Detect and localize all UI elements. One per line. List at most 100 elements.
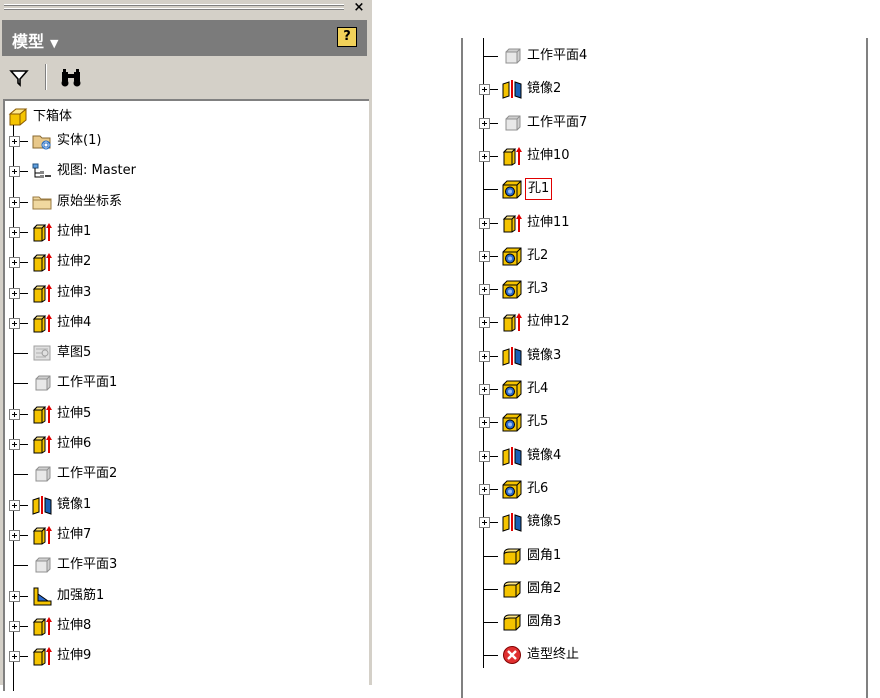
tree-item[interactable]: 圆角2 (463, 577, 866, 601)
tree-connector (484, 189, 498, 191)
tree-item[interactable]: 拉伸5 (5, 402, 369, 426)
tree-connector (20, 262, 28, 264)
tree-item[interactable]: 实体(1) (5, 129, 369, 153)
find-binoculars-icon[interactable] (60, 68, 82, 88)
close-icon[interactable]: × (352, 1, 366, 15)
expand-toggle-icon[interactable] (9, 529, 20, 541)
expand-toggle-icon[interactable] (479, 317, 490, 329)
tree-connector (484, 588, 498, 590)
mirror-icon (31, 495, 53, 515)
expand-toggle-icon[interactable] (479, 284, 490, 296)
tree-connector (20, 534, 28, 536)
tree-item[interactable]: 拉伸7 (5, 523, 369, 547)
tree-item-label: 实体(1) (57, 133, 102, 148)
tree-item-label: 拉伸9 (57, 648, 92, 664)
expand-toggle-icon[interactable] (9, 590, 20, 602)
tree-item[interactable]: 加强筋1 (5, 584, 369, 608)
tree-item[interactable]: 孔3 (463, 277, 866, 301)
tree-item[interactable]: 拉伸9 (5, 644, 369, 668)
tree-connector (490, 422, 498, 424)
expand-toggle-icon[interactable] (479, 117, 490, 129)
expand-toggle-icon[interactable] (479, 150, 490, 162)
tree-item[interactable]: 圆角3 (463, 610, 866, 634)
tree-item[interactable]: 镜像2 (463, 77, 866, 101)
expand-toggle-icon[interactable] (479, 417, 490, 429)
tree-item-label: 镜像1 (57, 496, 92, 512)
tree-root[interactable]: 下箱体 (5, 105, 369, 129)
tree-item[interactable]: 工作平面1 (5, 371, 369, 395)
tree-item[interactable]: 拉伸2 (5, 250, 369, 274)
tree-item[interactable]: 工作平面3 (5, 553, 369, 577)
tree-item[interactable]: 视图: Master (5, 159, 369, 183)
tree-item[interactable]: 拉伸11 (463, 211, 866, 235)
tree-connector (14, 565, 28, 567)
tree-item[interactable]: 工作平面7 (463, 111, 866, 135)
tree-item-label: 圆角2 (527, 580, 562, 596)
tree-item-label: 工作平面2 (57, 466, 118, 482)
tree-item[interactable]: 孔6 (463, 477, 866, 501)
expand-toggle-icon[interactable] (9, 620, 20, 632)
tree-item-label: 工作平面4 (527, 48, 588, 63)
tree-item[interactable]: 拉伸8 (5, 614, 369, 638)
help-icon[interactable]: ? (337, 27, 357, 47)
tree-item-label: 加强筋1 (57, 587, 105, 603)
expand-toggle-icon[interactable] (9, 317, 20, 329)
end-of-part-icon (501, 645, 523, 665)
tree-item[interactable]: 拉伸10 (463, 144, 866, 168)
expand-toggle-icon[interactable] (9, 408, 20, 420)
tree-item-label: 工作平面3 (57, 557, 118, 573)
expand-toggle-icon[interactable] (9, 226, 20, 238)
tree-item[interactable]: 草图5 (5, 341, 369, 365)
hole-icon (501, 479, 523, 499)
tree-item[interactable]: 拉伸12 (463, 310, 866, 334)
expand-toggle-icon[interactable] (9, 651, 20, 663)
expand-toggle-icon[interactable] (479, 384, 490, 395)
tree-item[interactable]: 造型终止 (463, 643, 866, 667)
expand-toggle-icon[interactable] (9, 166, 20, 178)
tree-item[interactable]: 镜像1 (5, 493, 369, 517)
browser-title-dropdown[interactable]: 模型 ▼ (12, 28, 58, 52)
expand-toggle-icon[interactable] (479, 217, 490, 229)
tree-item[interactable]: 圆角1 (463, 544, 866, 568)
expand-toggle-icon[interactable] (9, 499, 20, 511)
tree-item[interactable]: 工作平面4 (463, 44, 866, 68)
expand-toggle-icon[interactable] (479, 250, 490, 262)
tree-item-label: 拉伸2 (57, 254, 92, 270)
filter-icon[interactable] (9, 68, 29, 88)
tree-item[interactable]: 工作平面2 (5, 462, 369, 486)
tree-item[interactable]: 孔2 (463, 244, 866, 268)
expand-toggle-icon[interactable] (9, 196, 20, 208)
panel-grip-bar[interactable]: × (0, 0, 372, 17)
tree-item[interactable]: 镜像4 (463, 444, 866, 468)
tree-item[interactable]: 拉伸6 (5, 432, 369, 456)
expand-toggle-icon[interactable] (479, 350, 490, 362)
tree-connector (20, 413, 28, 415)
tree-item[interactable]: 拉伸1 (5, 220, 369, 244)
tree-item[interactable]: 孔5 (463, 410, 866, 434)
expand-toggle-icon[interactable] (9, 257, 20, 269)
expand-toggle-icon[interactable] (479, 517, 490, 529)
expand-toggle-icon[interactable] (479, 483, 490, 495)
tree-item-label: 拉伸7 (57, 526, 92, 542)
hole-icon (501, 279, 523, 299)
tree-item[interactable]: 孔1 (463, 177, 866, 201)
tree-item[interactable]: 镜像5 (463, 510, 866, 534)
expand-toggle-icon[interactable] (9, 439, 20, 450)
expand-toggle-icon[interactable] (479, 450, 490, 462)
tree-item-label: 拉伸11 (527, 214, 570, 230)
expand-toggle-icon[interactable] (479, 84, 490, 96)
tree-connector (490, 389, 498, 390)
tree-item[interactable]: 拉伸3 (5, 281, 369, 305)
tree-item-label: 拉伸4 (57, 314, 92, 330)
tree-item[interactable]: 孔4 (463, 377, 866, 401)
tree-item-label: 孔4 (527, 381, 549, 396)
tree-item[interactable]: 镜像3 (463, 344, 866, 368)
expand-toggle-icon[interactable] (9, 287, 20, 299)
tree-item[interactable]: 原始坐标系 (5, 190, 369, 214)
tree-item[interactable]: 拉伸4 (5, 311, 369, 335)
tree-connector (490, 122, 498, 124)
tree-connector (20, 504, 28, 506)
expand-toggle-icon[interactable] (9, 136, 20, 147)
fillet-icon (501, 612, 523, 632)
tree-connector (14, 383, 28, 385)
